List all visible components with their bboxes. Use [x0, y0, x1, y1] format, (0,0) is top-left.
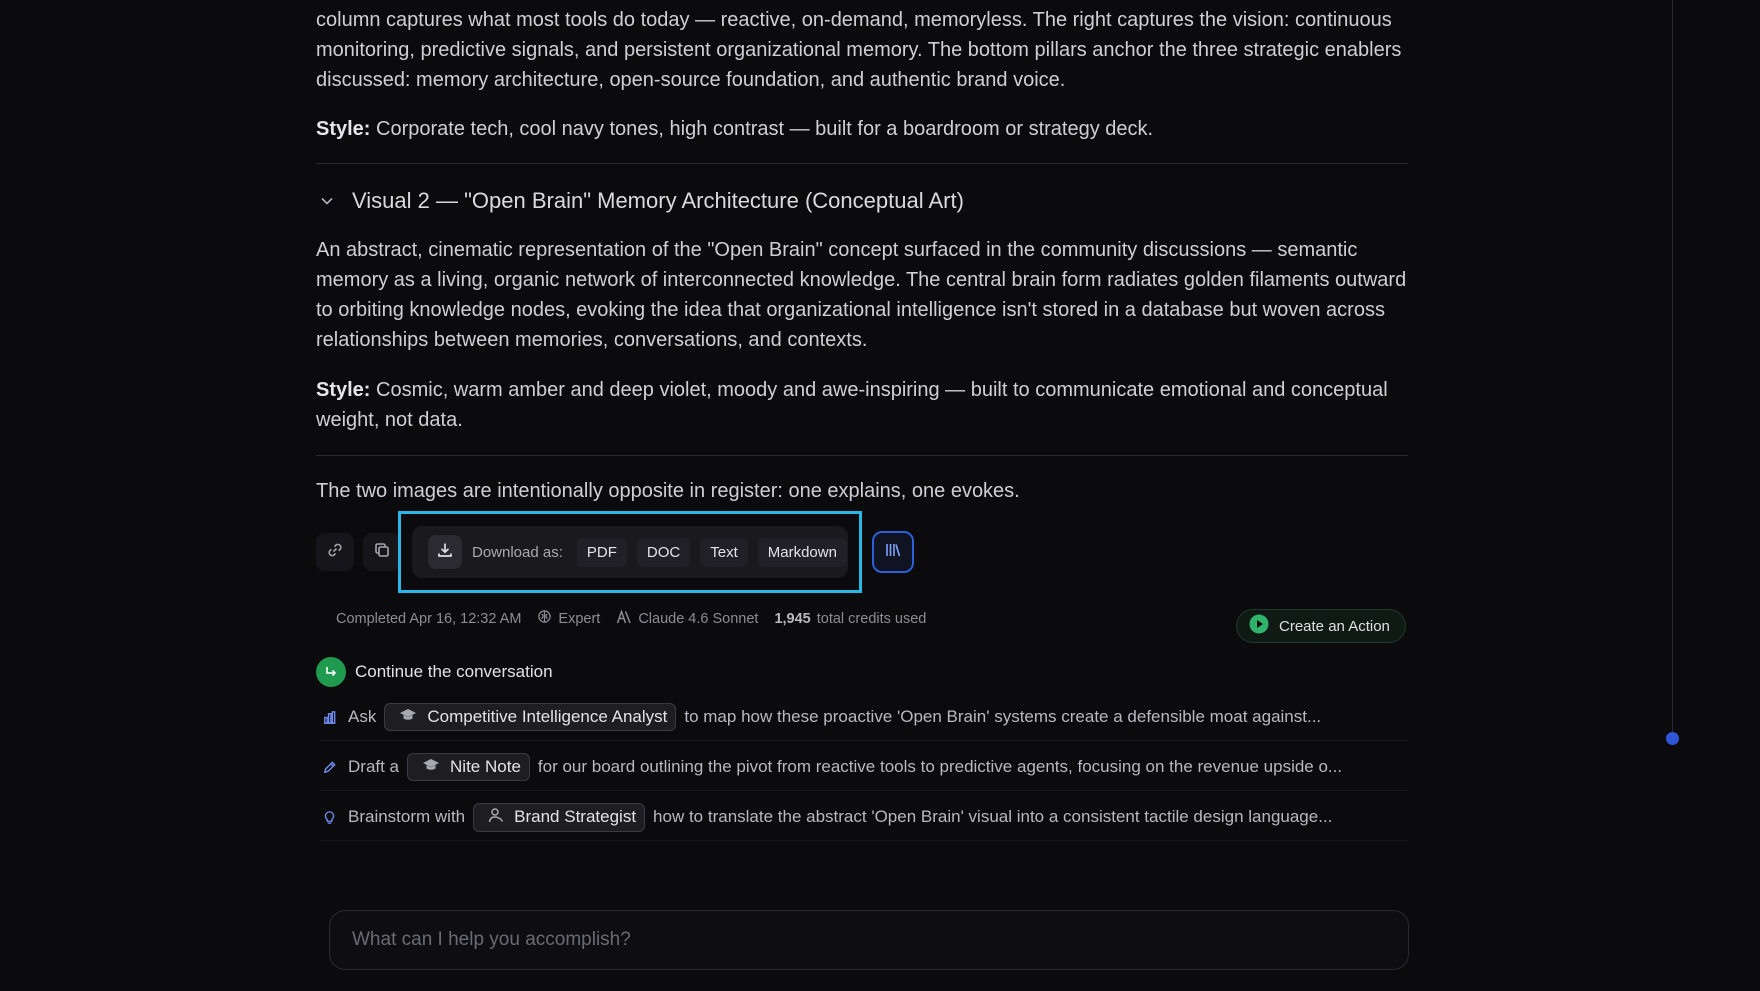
visual-2-paragraph: An abstract, cinematic representation of…: [316, 239, 1407, 351]
agent-chip-label: Brand Strategist: [514, 807, 637, 826]
suggestion-prefix: Ask: [348, 707, 377, 726]
copy-button[interactable]: [363, 533, 401, 571]
suggestion-prefix: Draft a: [348, 757, 400, 776]
credits-number: 1,945: [774, 610, 811, 627]
style-1-label: Style:: [316, 118, 371, 140]
agent-chip[interactable]: Nite Note: [407, 753, 530, 781]
chat-input[interactable]: [350, 928, 1408, 952]
create-action-button[interactable]: Create an Action: [1236, 609, 1406, 643]
intro-paragraph: column captures what most tools do today…: [316, 9, 1402, 91]
visual-2-section-toggle[interactable]: Visual 2 — "Open Brain" Memory Architect…: [316, 188, 964, 214]
graduation-cap-icon: [422, 757, 440, 777]
style-2-text: Cosmic, warm amber and deep violet, mood…: [316, 379, 1388, 431]
agent-chip-label: Nite Note: [450, 757, 521, 776]
return-arrow-icon: [316, 657, 346, 687]
style-1-block: Style: Corporate tech, cool navy tones, …: [316, 114, 1408, 144]
download-doc-button[interactable]: DOC: [636, 537, 691, 567]
download-label: Download as:: [472, 543, 563, 561]
download-bar: Download as: PDF DOC Text Markdown: [412, 526, 848, 578]
credits-text: total credits used: [816, 610, 927, 627]
lightbulb-icon: [320, 810, 338, 825]
user-icon: [488, 807, 504, 828]
copy-icon: [373, 541, 391, 564]
download-pdf-button[interactable]: PDF: [576, 537, 627, 567]
suggestion-text: to map how these proactive 'Open Brain' …: [684, 707, 1322, 726]
create-action-label: Create an Action: [1279, 617, 1390, 635]
model-label: Claude 4.6 Sonnet: [638, 610, 759, 627]
agent-chip[interactable]: Competitive Intelligence Analyst: [384, 703, 677, 731]
style-2-block: Style: Cosmic, warm amber and deep viole…: [316, 375, 1408, 435]
download-button[interactable]: [428, 535, 462, 569]
suggestion-row[interactable]: Brainstorm with Brand Strategist how to …: [320, 794, 1408, 841]
agent-chip-label: Competitive Intelligence Analyst: [427, 707, 668, 726]
continue-title: Continue the conversation: [355, 662, 553, 681]
closing-block: The two images are intentionally opposit…: [316, 476, 1408, 506]
response-meta: Completed Apr 16, 12:32 AM Expert Claude…: [336, 608, 927, 628]
visual-2-paragraph-block: An abstract, cinematic representation of…: [316, 235, 1408, 355]
style-2-label: Style:: [316, 379, 371, 401]
agent-chip[interactable]: Brand Strategist: [473, 802, 646, 832]
visual-2-heading: Visual 2 — "Open Brain" Memory Architect…: [352, 188, 964, 213]
copy-link-button[interactable]: [316, 533, 354, 571]
chevron-down-icon[interactable]: [316, 190, 338, 212]
scroll-position-dot[interactable]: [1666, 732, 1679, 745]
download-markdown-button[interactable]: Markdown: [757, 537, 847, 567]
graduation-cap-icon: [399, 707, 417, 727]
suggestion-text: how to translate the abstract 'Open Brai…: [653, 807, 1333, 826]
style-1-text: Corporate tech, cool navy tones, high co…: [370, 118, 1154, 140]
composer[interactable]: [329, 910, 1409, 970]
brain-icon: [537, 609, 552, 628]
anthropic-icon: [616, 608, 632, 628]
mode-label: Expert: [558, 610, 601, 627]
completed-timestamp: Completed Apr 16, 12:32 AM: [336, 610, 522, 627]
intro-paragraph-block: column captures what most tools do today…: [316, 5, 1408, 95]
suggestion-prefix: Brainstorm with: [348, 807, 466, 826]
divider: [316, 455, 1408, 456]
download-text-button[interactable]: Text: [700, 537, 748, 567]
library-button[interactable]: [872, 531, 914, 573]
divider: [316, 163, 1408, 164]
download-icon: [436, 541, 454, 564]
scroll-rail[interactable]: [1672, 0, 1673, 740]
suggestion-row[interactable]: Ask Competitive Intelligence Analyst to …: [320, 694, 1408, 741]
continue-header: Continue the conversation: [316, 657, 553, 687]
bar-chart-icon: [320, 710, 338, 725]
library-icon: [884, 541, 902, 564]
suggestion-text: for our board outlining the pivot from r…: [537, 757, 1343, 776]
closing-text: The two images are intentionally opposit…: [316, 480, 1020, 502]
suggestion-row[interactable]: Draft a Nite Note for our board outlinin…: [320, 744, 1408, 791]
link-icon: [326, 541, 344, 564]
play-icon: [1249, 614, 1269, 638]
pen-icon: [320, 760, 338, 775]
